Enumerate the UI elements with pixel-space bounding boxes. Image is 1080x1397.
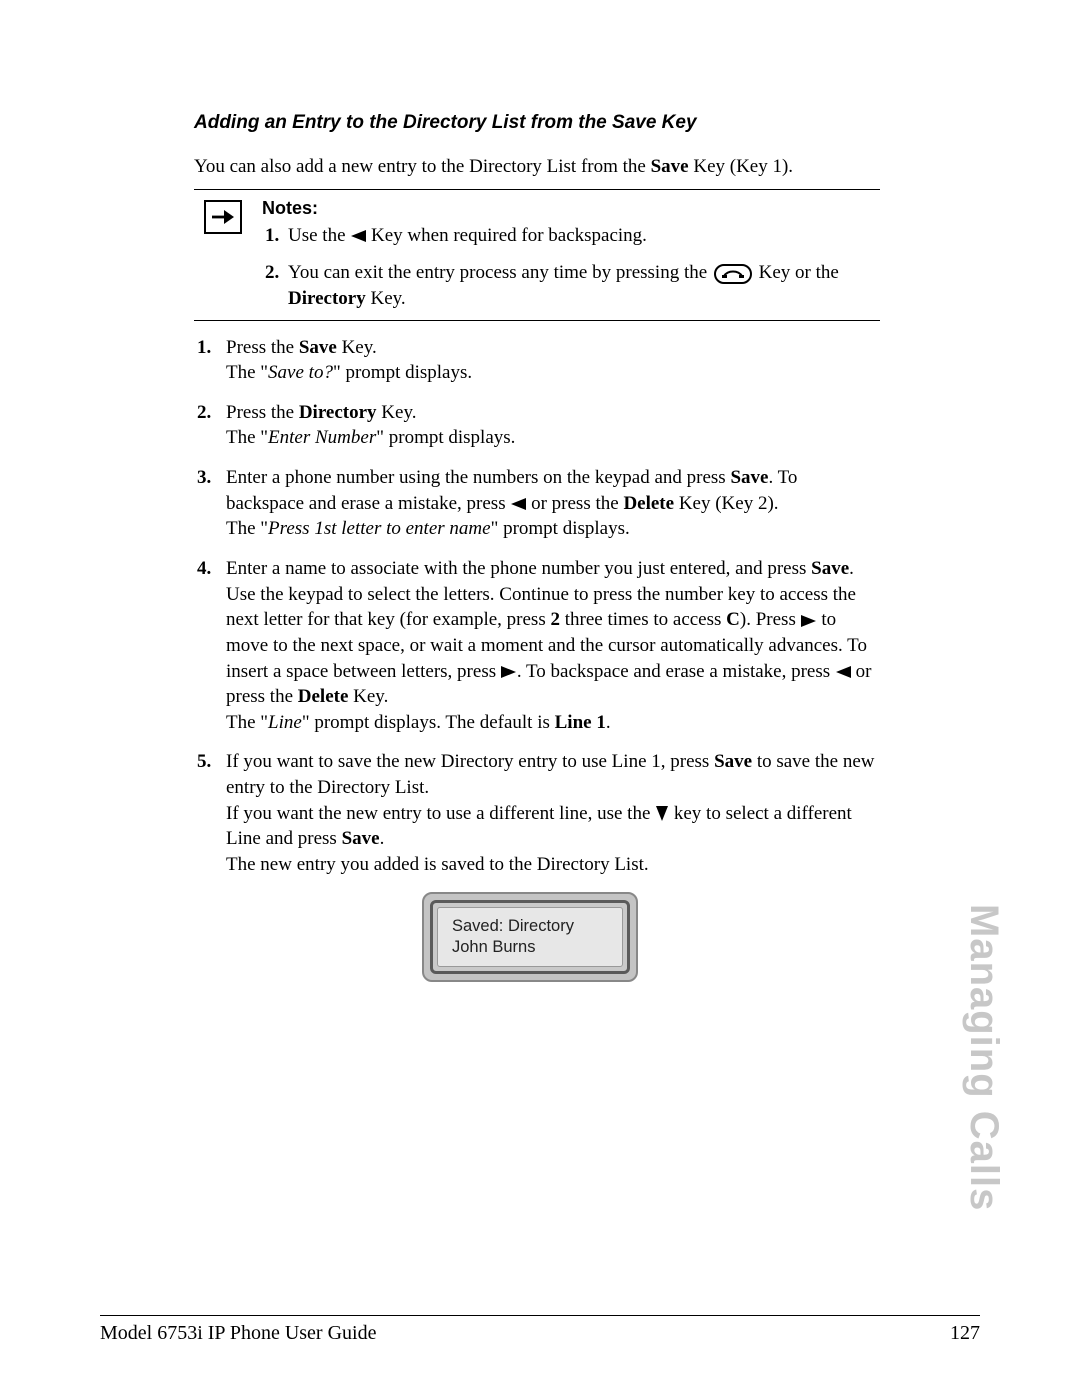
steps-list: Press the Save Key. The "Save to?" promp… (194, 335, 880, 878)
lcd-display: Saved: Directory John Burns (422, 892, 638, 982)
footer-page-number: 127 (950, 1322, 980, 1345)
text-bold: Delete (298, 686, 349, 707)
text: Key. (377, 402, 417, 423)
step-item: Press the Save Key. The "Save to?" promp… (216, 335, 880, 386)
note-item: Use the Key when required for backspacin… (284, 223, 880, 249)
text: three times to access (560, 609, 726, 630)
text-bold: Save (299, 337, 337, 358)
text: Key. (366, 288, 406, 309)
goodbye-key-icon (714, 264, 752, 284)
text-bold: Save (342, 828, 380, 849)
text: The " (226, 518, 268, 539)
text: If you want the new entry to use a diffe… (226, 803, 655, 824)
right-arrow-icon (501, 665, 517, 679)
text: The " (226, 712, 268, 733)
text: Key when required for backspacing. (366, 225, 647, 246)
text-italic: Press 1st letter to enter name (268, 518, 491, 539)
text: Press the (226, 402, 299, 423)
text-italic: Enter Number (268, 427, 376, 448)
page-footer: Model 6753i IP Phone User Guide 127 (100, 1315, 980, 1345)
text: Enter a phone number using the numbers o… (226, 467, 730, 488)
left-arrow-icon (510, 497, 526, 511)
content-area: Adding an Entry to the Directory List fr… (180, 110, 880, 982)
right-arrow-icon (801, 614, 817, 628)
text-bold: Delete (623, 493, 674, 514)
arrow-right-icon (204, 200, 242, 234)
text: The " (226, 362, 268, 383)
text: " prompt displays. The default is (302, 712, 555, 733)
text-bold: Save (811, 558, 849, 579)
left-arrow-icon (835, 665, 851, 679)
lcd-line-1: Saved: Directory (452, 916, 622, 937)
side-tab-label: Managing Calls (961, 904, 1006, 1211)
text: The new entry you added is saved to the … (226, 854, 649, 875)
text: Key. (337, 337, 377, 358)
text: If you want to save the new Directory en… (226, 751, 714, 772)
text: Key. (348, 686, 388, 707)
text: " prompt displays. (376, 427, 515, 448)
text: . (606, 712, 611, 733)
left-arrow-icon (350, 229, 366, 243)
text-bold: Save (714, 751, 752, 772)
text: Enter a name to associate with the phone… (226, 558, 811, 579)
text: Key (Key 1). (689, 156, 793, 177)
step-item: Press the Directory Key. The "Enter Numb… (216, 400, 880, 451)
notes-body: Notes: Use the Key when required for bac… (262, 196, 880, 311)
text-italic: Line (268, 712, 302, 733)
text-bold: Save (651, 156, 689, 177)
notes-block: Notes: Use the Key when required for bac… (194, 189, 880, 320)
step-item: Enter a phone number using the numbers o… (216, 465, 880, 542)
text: You can exit the entry process any time … (288, 262, 712, 283)
text: The " (226, 427, 268, 448)
text-italic: Save to? (268, 362, 333, 383)
lcd-line-2: John Burns (452, 937, 622, 958)
notes-title: Notes: (262, 196, 880, 220)
text: Press the (226, 337, 299, 358)
intro-paragraph: You can also add a new entry to the Dire… (194, 154, 880, 180)
text: " prompt displays. (333, 362, 472, 383)
text-bold: Directory (288, 288, 366, 309)
section-heading: Adding an Entry to the Directory List fr… (194, 110, 880, 136)
text: . (380, 828, 385, 849)
text: You can also add a new entry to the Dire… (194, 156, 651, 177)
text-bold: Line 1 (555, 712, 606, 733)
text: or press the (526, 493, 623, 514)
text: Use the (288, 225, 350, 246)
text: . To backspace and erase a mistake, pres… (517, 661, 835, 682)
step-item: Enter a name to associate with the phone… (216, 556, 880, 735)
note-item: You can exit the entry process any time … (284, 260, 880, 311)
text: ). Press (740, 609, 801, 630)
text-bold: Directory (299, 402, 377, 423)
step-item: If you want to save the new Directory en… (216, 749, 880, 877)
text: Key (Key 2). (674, 493, 778, 514)
document-page: Adding an Entry to the Directory List fr… (0, 0, 1080, 1397)
text-bold: C (726, 609, 740, 630)
footer-title: Model 6753i IP Phone User Guide (100, 1322, 376, 1345)
text: " prompt displays. (491, 518, 630, 539)
text: Key or the (754, 262, 839, 283)
down-arrow-icon (655, 806, 669, 822)
text-bold: 2 (550, 609, 560, 630)
note-icon-cell (194, 196, 262, 311)
text-bold: Save (730, 467, 768, 488)
